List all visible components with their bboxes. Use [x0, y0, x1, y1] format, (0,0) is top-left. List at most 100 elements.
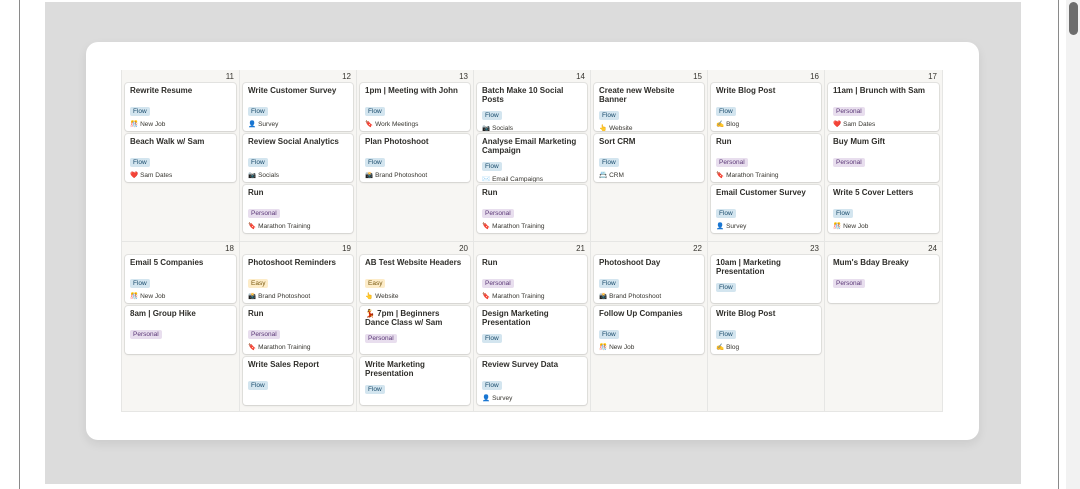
event-card[interactable]: Buy Mum Gift Personal [828, 134, 939, 182]
calendar-day-cell[interactable]: 20 AB Test Website Headers Easy 👆 Website 💃 7… [357, 242, 474, 412]
event-tag: Flow [482, 162, 502, 171]
event-title: Mum's Bday Breaky [833, 258, 909, 267]
project-icon: 🎊 [130, 293, 139, 300]
day-number: 19 [342, 244, 351, 253]
event-card[interactable]: Write Blog Post Flow ✍️ Blog [711, 306, 821, 354]
event-tag: Flow [482, 334, 502, 343]
calendar-day-cell[interactable]: 18 Email 5 Companies Flow 🎊 New Job 8am | Gro… [121, 242, 240, 412]
event-tag: Flow [365, 385, 385, 394]
calendar-day-cell[interactable]: 13 1pm | Meeting with John Flow 🔖 Work Meeti… [357, 70, 474, 242]
event-card[interactable]: Write 5 Cover Letters Flow 🎊 New Job [828, 185, 939, 233]
day-number: 13 [459, 72, 468, 81]
event-card[interactable]: Review Social Analytics Flow 📷 Socials [243, 134, 353, 182]
event-tag: Personal [833, 107, 865, 116]
event-card[interactable]: Mum's Bday Breaky Personal [828, 255, 939, 303]
event-project: 🎊 New Job [130, 121, 231, 129]
calendar-day-cell[interactable]: 21 Run Personal 🔖 Marathon Training Design Ma… [474, 242, 591, 412]
event-title: Create new Website Banner [599, 86, 675, 104]
project-label: New Job [609, 344, 635, 351]
event-card[interactable]: 1pm | Meeting with John Flow 🔖 Work Meeting… [360, 83, 470, 131]
event-tag: Personal [365, 334, 397, 343]
event-card[interactable]: Sort CRM Flow 📇 CRM [594, 134, 704, 182]
scrollbar-thumb[interactable] [1069, 2, 1078, 35]
event-card[interactable]: Batch Make 10 Social Posts Flow 📷 Socials [477, 83, 587, 131]
event-card[interactable]: Design Marketing Presentation Flow [477, 306, 587, 354]
event-card[interactable]: 11am | Brunch with Sam Personal ❤️ Sam Date… [828, 83, 939, 131]
event-tag: Flow [599, 330, 619, 339]
event-tag: Personal [482, 209, 514, 218]
calendar-day-cell[interactable]: 23 10am | Marketing Presentation Flow Write… [708, 242, 825, 412]
event-card[interactable]: Write Marketing Presentation Flow [360, 357, 470, 405]
event-card[interactable]: Run Personal 🔖 Marathon Training [243, 185, 353, 233]
event-project: 📸 Brand Photoshoot [365, 172, 465, 180]
event-tag: Flow [130, 158, 150, 167]
calendar-day-cell[interactable]: 12 Write Customer Survey Flow 👤 Survey Review… [240, 70, 357, 242]
event-title: 8am | Group Hike [130, 309, 196, 318]
project-label: Sam Dates [843, 121, 876, 128]
event-card[interactable]: Write Sales Report Flow [243, 357, 353, 405]
event-title: Plan Photoshoot [365, 137, 429, 146]
project-label: Socials [492, 125, 514, 131]
project-icon: 👤 [248, 121, 257, 128]
event-card[interactable]: Write Customer Survey Flow 👤 Survey [243, 83, 353, 131]
event-card[interactable]: AB Test Website Headers Easy 👆 Website [360, 255, 470, 303]
project-icon: 👆 [599, 125, 608, 131]
calendar-day-cell[interactable]: 11 Rewrite Resume Flow 🎊 New Job Beach Walk w… [121, 70, 240, 242]
event-title: Run [248, 309, 264, 318]
event-card[interactable]: Photoshoot Reminders Easy 📸 Brand Photoshoo… [243, 255, 353, 303]
project-label: Website [375, 293, 399, 300]
project-label: Socials [258, 172, 280, 179]
event-card[interactable]: Rewrite Resume Flow 🎊 New Job [125, 83, 236, 131]
event-project: ❤️ Sam Dates [833, 121, 934, 129]
project-label: Brand Photoshoot [609, 293, 662, 300]
project-label: Marathon Training [492, 293, 545, 300]
event-card[interactable]: Run Personal 🔖 Marathon Training [243, 306, 353, 354]
calendar-day-cell[interactable]: 22 Photoshoot Day Flow 📸 Brand Photoshoot Fol… [591, 242, 708, 412]
event-tag: Personal [130, 330, 162, 339]
event-card[interactable]: Review Survey Data Flow 👤 Survey [477, 357, 587, 405]
calendar-day-cell[interactable]: 16 Write Blog Post Flow ✍️ Blog Run Personal 🔖 M… [708, 70, 825, 242]
project-label: Website [609, 125, 633, 131]
event-tag: Flow [365, 158, 385, 167]
event-project: 📇 CRM [599, 172, 699, 180]
calendar-day-cell[interactable]: 24 Mum's Bday Breaky Personal [825, 242, 943, 412]
calendar-day-cell[interactable]: 15 Create new Website Banner Flow 👆 Website S… [591, 70, 708, 242]
calendar-week-row: 11 Rewrite Resume Flow 🎊 New Job Beach Walk w… [121, 70, 943, 242]
event-card[interactable]: Follow Up Companies Flow 🎊 New Job [594, 306, 704, 354]
event-project: ✍️ Blog [716, 344, 816, 352]
project-icon: 👤 [716, 223, 725, 230]
event-card[interactable]: Photoshoot Day Flow 📸 Brand Photoshoot [594, 255, 704, 303]
event-card[interactable]: Write Blog Post Flow ✍️ Blog [711, 83, 821, 131]
event-card[interactable]: Email 5 Companies Flow 🎊 New Job [125, 255, 236, 303]
scrollbar-track[interactable] [1066, 0, 1080, 489]
event-tag: Personal [482, 279, 514, 288]
event-title: Write Blog Post [716, 309, 776, 318]
project-label: Brand Photoshoot [258, 293, 311, 300]
event-card[interactable]: Run Personal 🔖 Marathon Training [477, 255, 587, 303]
event-card[interactable]: Run Personal 🔖 Marathon Training [477, 185, 587, 233]
event-card[interactable]: Plan Photoshoot Flow 📸 Brand Photoshoot [360, 134, 470, 182]
event-title: Rewrite Resume [130, 86, 193, 95]
project-icon: 🎊 [599, 344, 608, 351]
project-icon: ✉️ [482, 176, 491, 182]
event-project: 🎊 New Job [599, 344, 699, 352]
calendar-day-cell[interactable]: 14 Batch Make 10 Social Posts Flow 📷 Socials… [474, 70, 591, 242]
event-card[interactable]: Create new Website Banner Flow 👆 Website [594, 83, 704, 131]
event-project: 📷 Socials [482, 125, 582, 131]
event-card[interactable]: Email Customer Survey Flow 👤 Survey [711, 185, 821, 233]
day-number: 21 [576, 244, 585, 253]
project-icon: 📇 [599, 172, 608, 179]
event-title: Batch Make 10 Social Posts [482, 86, 564, 104]
event-card[interactable]: 💃 7pm | Beginners Dance Class w/ Sam Pers… [360, 306, 470, 354]
event-card[interactable]: Run Personal 🔖 Marathon Training [711, 134, 821, 182]
event-card[interactable]: Beach Walk w/ Sam Flow ❤️ Sam Dates [125, 134, 236, 182]
event-card[interactable]: 10am | Marketing Presentation Flow [711, 255, 821, 303]
day-number: 15 [693, 72, 702, 81]
project-icon: 📸 [248, 293, 257, 300]
project-label: Marathon Training [492, 223, 545, 230]
event-card[interactable]: 8am | Group Hike Personal [125, 306, 236, 354]
event-tag: Flow [716, 209, 736, 218]
calendar-day-cell[interactable]: 19 Photoshoot Reminders Easy 📸 Brand Photosh… [240, 242, 357, 412]
calendar-day-cell[interactable]: 17 11am | Brunch with Sam Personal ❤️ Sam Da… [825, 70, 943, 242]
event-card[interactable]: Analyse Email Marketing Campaign Flow ✉️ Em… [477, 134, 587, 182]
